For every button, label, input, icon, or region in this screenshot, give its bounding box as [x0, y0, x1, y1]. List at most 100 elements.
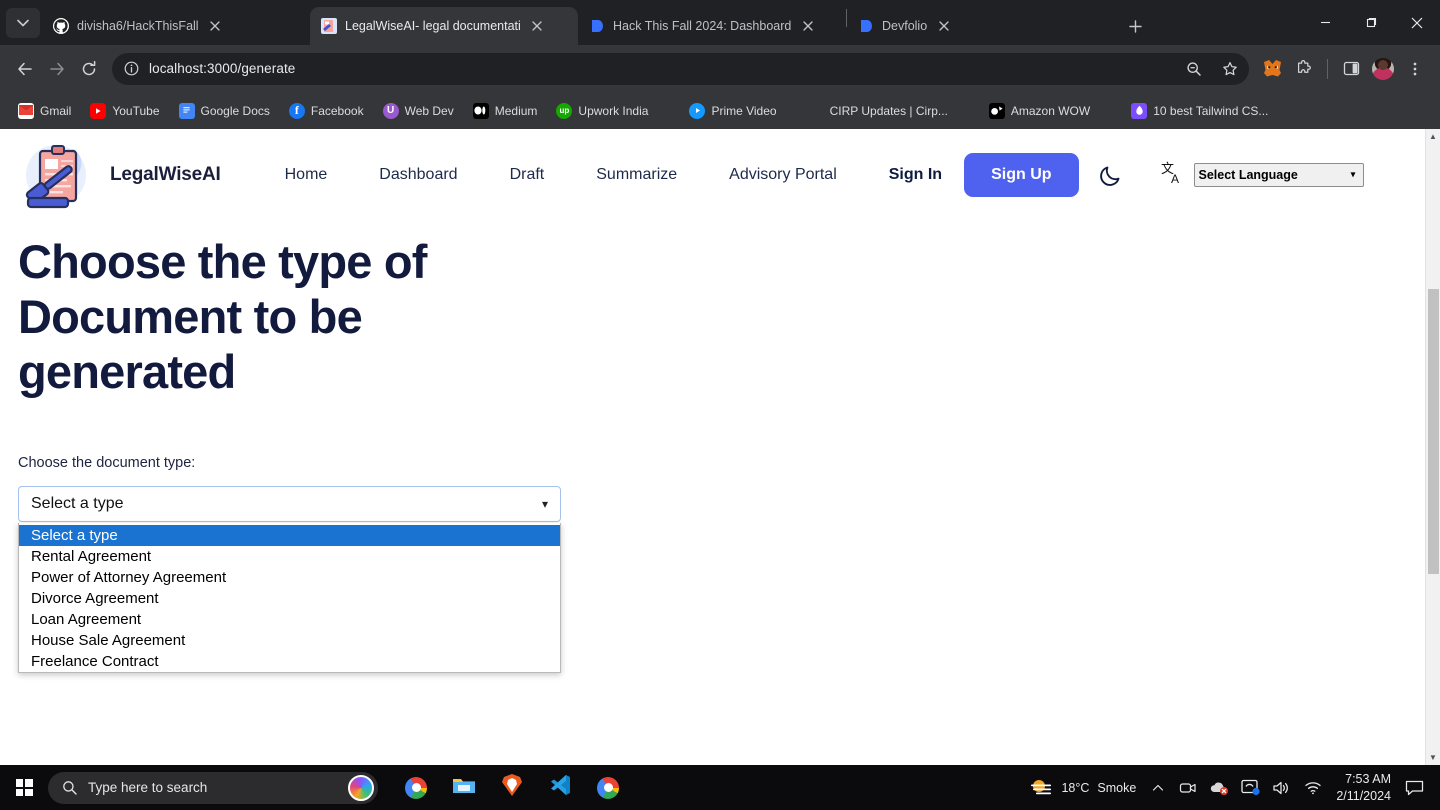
maximize-button[interactable] — [1348, 6, 1394, 40]
close-icon[interactable] — [207, 18, 224, 35]
bookmark-youtube[interactable]: YouTube — [82, 99, 167, 123]
tab-title: Devfolio — [882, 19, 928, 33]
forward-icon[interactable] — [42, 54, 72, 84]
reload-icon[interactable] — [74, 54, 104, 84]
option-freelance-contract[interactable]: Freelance Contract — [19, 651, 560, 672]
tab-search-button[interactable] — [6, 8, 40, 38]
browser-tab-active[interactable]: LegalWiseAI- legal documentati — [310, 7, 578, 45]
profile-avatar[interactable] — [1368, 54, 1398, 84]
notifications-icon[interactable] — [1401, 765, 1434, 810]
scroll-up-arrow-icon[interactable]: ▲ — [1426, 129, 1440, 144]
nav-item-dashboard[interactable]: Dashboard — [353, 166, 483, 184]
option-select-a-type[interactable]: Select a type — [19, 524, 560, 546]
onedrive-offline-icon[interactable] — [1203, 765, 1235, 810]
back-icon[interactable] — [10, 54, 40, 84]
bookmark-label: Google Docs — [200, 103, 270, 118]
bookmark-upwork-india[interactable]: up Upwork India — [548, 99, 656, 123]
web-page: LegalWiseAI Home Dashboard Draft Summari… — [0, 129, 1425, 765]
scroll-down-arrow-icon[interactable]: ▼ — [1426, 750, 1440, 765]
address-bar[interactable]: localhost:3000/generate — [112, 52, 1249, 85]
tailwind-bookmark-icon — [1131, 102, 1148, 119]
bookmark-google-docs[interactable]: Google Docs — [171, 99, 278, 123]
bookmark-prime-video[interactable]: Prime Video — [681, 99, 784, 123]
close-icon[interactable] — [935, 18, 952, 35]
svg-text:A: A — [1171, 172, 1179, 186]
language-select[interactable]: Select Language — [1193, 163, 1364, 187]
document-type-select[interactable]: Select a type ▾ — [18, 485, 561, 522]
option-house-sale-agreement[interactable]: House Sale Agreement — [19, 630, 560, 651]
bookmark-star-icon[interactable] — [1217, 56, 1243, 82]
camera-icon[interactable] — [1173, 765, 1203, 810]
bookmark-amazon-wow[interactable]: Amazon WOW — [981, 99, 1098, 123]
bookmark-medium[interactable]: Medium — [465, 99, 546, 123]
browser-tab[interactable]: Devfolio — [847, 7, 1115, 45]
scrollbar-thumb[interactable] — [1428, 289, 1439, 574]
bookmark-label: Upwork India — [578, 103, 649, 118]
gmail-icon — [18, 102, 34, 119]
chrome-menu-icon[interactable] — [1400, 54, 1430, 84]
bookmark-facebook[interactable]: f Facebook — [281, 99, 372, 123]
devfolio-icon — [858, 18, 874, 34]
bookmark-label: Gmail — [40, 103, 72, 118]
volume-icon[interactable] — [1266, 765, 1296, 810]
taskbar-app-chrome-2[interactable] — [588, 768, 628, 808]
window-controls — [1302, 0, 1440, 45]
option-loan-agreement[interactable]: Loan Agreement — [19, 609, 560, 630]
option-rental-agreement[interactable]: Rental Agreement — [19, 546, 560, 567]
wifi-icon[interactable] — [1296, 765, 1330, 810]
metamask-extension-icon[interactable] — [1257, 54, 1287, 84]
taskbar-app-file-explorer[interactable] — [444, 768, 484, 808]
language-select-box[interactable]: Select Language ▾ — [1193, 163, 1364, 187]
bookmark-label: Medium — [494, 103, 538, 118]
bookmark-web-dev[interactable]: U Web Dev — [375, 99, 462, 123]
document-type-options-list[interactable]: Select a type Rental Agreement Power of … — [18, 522, 561, 673]
taskbar-app-chrome[interactable] — [396, 768, 436, 808]
sign-in-link[interactable]: Sign In — [863, 166, 964, 184]
start-button[interactable] — [0, 765, 48, 810]
search-icon[interactable] — [1181, 56, 1207, 82]
screen-share-icon[interactable] — [1235, 765, 1266, 810]
site-info-icon[interactable] — [124, 61, 139, 76]
logo-and-brand[interactable]: LegalWiseAI — [18, 135, 221, 215]
youtube-icon — [90, 102, 107, 119]
close-icon[interactable] — [529, 18, 546, 35]
close-icon[interactable] — [799, 18, 816, 35]
side-panel-icon[interactable] — [1336, 54, 1366, 84]
option-power-of-attorney-agreement[interactable]: Power of Attorney Agreement — [19, 567, 560, 588]
legalwiseai-logo-icon — [18, 135, 98, 215]
translate-icon: 文 A — [1161, 160, 1187, 190]
new-tab-button[interactable] — [1121, 12, 1149, 40]
weather-widget[interactable]: 18°C Smoke — [1022, 765, 1143, 810]
extensions-puzzle-icon[interactable] — [1289, 54, 1319, 84]
github-icon — [53, 18, 69, 34]
bookmark-cirp-updates[interactable]: CIRP Updates | Cirp... — [822, 100, 956, 122]
bookmark-gmail[interactable]: Gmail — [10, 99, 79, 123]
taskbar-clock[interactable]: 7:53 AM 2/11/2024 — [1330, 771, 1401, 804]
close-window-button[interactable] — [1394, 6, 1440, 40]
option-divorce-agreement[interactable]: Divorce Agreement — [19, 588, 560, 609]
sign-up-button[interactable]: Sign Up — [964, 153, 1079, 197]
nav-item-summarize[interactable]: Summarize — [570, 166, 703, 184]
page-scrollbar[interactable]: ▲ ▼ — [1425, 129, 1440, 765]
browser-tab[interactable]: Hack This Fall 2024: Dashboard — [578, 7, 846, 45]
taskbar-app-vscode[interactable] — [540, 768, 580, 808]
language-selector-group: 文 A Select Language ▾ — [1161, 160, 1364, 190]
minimize-button[interactable] — [1302, 6, 1348, 40]
nav-item-draft[interactable]: Draft — [484, 166, 571, 184]
taskbar-search-box[interactable]: Type here to search — [48, 771, 378, 804]
nav-item-home[interactable]: Home — [259, 166, 354, 184]
show-hidden-icons-button[interactable] — [1143, 765, 1173, 810]
browser-tab[interactable]: divisha6/HackThisFall — [42, 7, 310, 45]
nav-item-advisory-portal[interactable]: Advisory Portal — [703, 166, 863, 184]
legalwiseai-icon — [321, 18, 337, 34]
google-docs-icon — [178, 102, 195, 119]
browser-window: divisha6/HackThisFall LegalWiseAI- legal… — [0, 0, 1440, 765]
bookmark-tailwind-article[interactable]: 10 best Tailwind CS... — [1123, 99, 1276, 123]
prime-video-icon — [689, 102, 706, 119]
avatar — [1372, 57, 1394, 80]
taskbar-app-brave[interactable] — [492, 768, 532, 808]
taskbar-search-placeholder: Type here to search — [88, 780, 208, 795]
toolbar-divider — [1327, 58, 1328, 79]
copilot-icon[interactable] — [348, 774, 374, 801]
moon-icon[interactable] — [1091, 162, 1131, 188]
